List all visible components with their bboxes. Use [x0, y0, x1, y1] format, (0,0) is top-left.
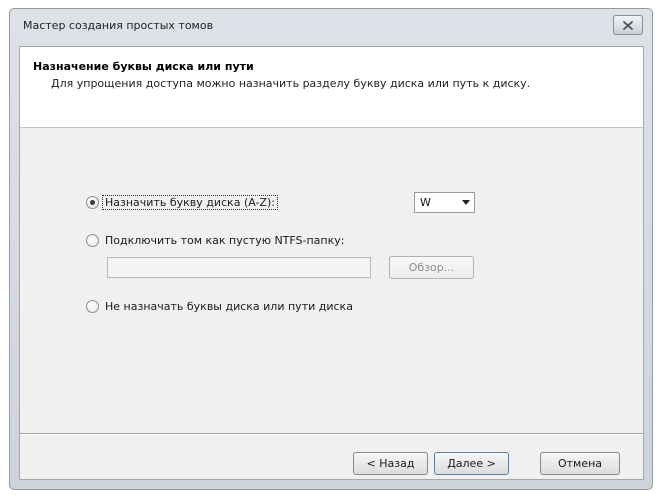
wizard-header: Назначение буквы диска или пути Для упро… [20, 47, 643, 128]
wizard-window: Мастер создания простых томов Назначение… [9, 8, 653, 490]
window-title: Мастер создания простых томов [23, 19, 214, 32]
assign-letter-label: Назначить букву диска (A-Z): [101, 195, 279, 210]
wizard-client-area: Назначение буквы диска или пути Для упро… [19, 46, 644, 480]
drive-letter-select[interactable]: W [414, 192, 475, 213]
folder-path-input[interactable] [107, 257, 371, 278]
radio-button-assign-letter[interactable] [86, 196, 99, 209]
radio-button-mount-folder[interactable] [86, 234, 99, 247]
radio-assign-letter[interactable]: Назначить букву диска (A-Z): [86, 195, 279, 210]
page-description: Для упрощения доступа можно назначить ра… [51, 77, 531, 90]
back-button-label: < Назад [366, 457, 415, 470]
radio-no-letter[interactable]: Не назначать буквы диска или пути диска [86, 300, 355, 313]
no-letter-label: Не назначать буквы диска или пути диска [105, 300, 353, 313]
cancel-button[interactable]: Отмена [540, 452, 620, 475]
mount-folder-label: Подключить том как пустую NTFS-папку: [105, 234, 345, 247]
drive-letter-value: W [420, 196, 431, 209]
title-bar: Мастер создания простых томов [10, 9, 652, 47]
page-title: Назначение буквы диска или пути [33, 60, 254, 73]
next-button[interactable]: Далее > [434, 452, 509, 475]
close-icon [623, 20, 633, 30]
cancel-button-label: Отмена [557, 457, 603, 470]
back-button[interactable]: < Назад [353, 452, 428, 475]
radio-selected-dot [90, 200, 95, 205]
footer-separator [20, 433, 643, 435]
radio-button-no-letter[interactable] [86, 300, 99, 313]
next-button-label: Далее > [447, 457, 496, 470]
browse-button[interactable]: Обзор... [389, 256, 474, 279]
chevron-down-icon [458, 200, 474, 205]
browse-button-label: Обзор... [408, 261, 455, 274]
radio-mount-folder[interactable]: Подключить том как пустую NTFS-папку: [86, 234, 346, 247]
close-button[interactable] [613, 15, 643, 35]
